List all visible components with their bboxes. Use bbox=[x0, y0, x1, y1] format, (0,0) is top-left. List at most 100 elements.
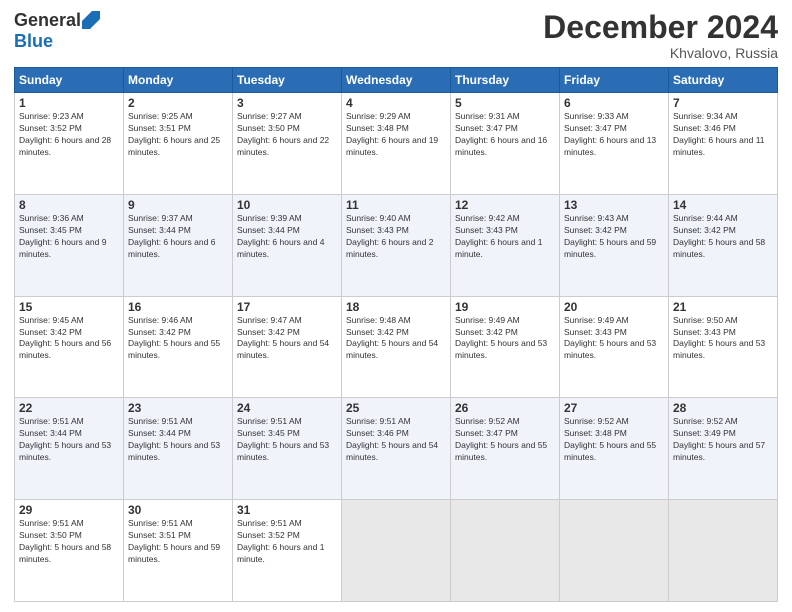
day-info: Sunrise: 9:31 AMSunset: 3:47 PMDaylight:… bbox=[455, 111, 555, 159]
table-row: 19Sunrise: 9:49 AMSunset: 3:42 PMDayligh… bbox=[451, 296, 560, 398]
table-row: 2Sunrise: 9:25 AMSunset: 3:51 PMDaylight… bbox=[124, 93, 233, 195]
day-info: Sunrise: 9:49 AMSunset: 3:42 PMDaylight:… bbox=[455, 315, 555, 363]
day-info: Sunrise: 9:46 AMSunset: 3:42 PMDaylight:… bbox=[128, 315, 228, 363]
table-row bbox=[342, 500, 451, 602]
day-number: 24 bbox=[237, 401, 337, 415]
table-row: 26Sunrise: 9:52 AMSunset: 3:47 PMDayligh… bbox=[451, 398, 560, 500]
day-number: 30 bbox=[128, 503, 228, 517]
calendar-week-row: 22Sunrise: 9:51 AMSunset: 3:44 PMDayligh… bbox=[15, 398, 778, 500]
header: General Blue December 2024 Khvalovo, Rus… bbox=[14, 10, 778, 61]
table-row: 17Sunrise: 9:47 AMSunset: 3:42 PMDayligh… bbox=[233, 296, 342, 398]
header-thursday: Thursday bbox=[451, 68, 560, 93]
table-row: 11Sunrise: 9:40 AMSunset: 3:43 PMDayligh… bbox=[342, 194, 451, 296]
table-row: 13Sunrise: 9:43 AMSunset: 3:42 PMDayligh… bbox=[560, 194, 669, 296]
day-info: Sunrise: 9:36 AMSunset: 3:45 PMDaylight:… bbox=[19, 213, 119, 261]
calendar-week-row: 1Sunrise: 9:23 AMSunset: 3:52 PMDaylight… bbox=[15, 93, 778, 195]
day-number: 10 bbox=[237, 198, 337, 212]
day-info: Sunrise: 9:44 AMSunset: 3:42 PMDaylight:… bbox=[673, 213, 773, 261]
day-number: 14 bbox=[673, 198, 773, 212]
table-row: 24Sunrise: 9:51 AMSunset: 3:45 PMDayligh… bbox=[233, 398, 342, 500]
day-info: Sunrise: 9:34 AMSunset: 3:46 PMDaylight:… bbox=[673, 111, 773, 159]
title-block: December 2024 Khvalovo, Russia bbox=[543, 10, 778, 61]
header-monday: Monday bbox=[124, 68, 233, 93]
day-number: 18 bbox=[346, 300, 446, 314]
day-info: Sunrise: 9:33 AMSunset: 3:47 PMDaylight:… bbox=[564, 111, 664, 159]
day-number: 21 bbox=[673, 300, 773, 314]
day-info: Sunrise: 9:45 AMSunset: 3:42 PMDaylight:… bbox=[19, 315, 119, 363]
day-number: 2 bbox=[128, 96, 228, 110]
calendar-table: Sunday Monday Tuesday Wednesday Thursday… bbox=[14, 67, 778, 602]
day-number: 7 bbox=[673, 96, 773, 110]
table-row: 7Sunrise: 9:34 AMSunset: 3:46 PMDaylight… bbox=[669, 93, 778, 195]
table-row: 31Sunrise: 9:51 AMSunset: 3:52 PMDayligh… bbox=[233, 500, 342, 602]
day-number: 26 bbox=[455, 401, 555, 415]
day-number: 5 bbox=[455, 96, 555, 110]
location: Khvalovo, Russia bbox=[543, 45, 778, 61]
day-number: 22 bbox=[19, 401, 119, 415]
table-row bbox=[669, 500, 778, 602]
day-info: Sunrise: 9:49 AMSunset: 3:43 PMDaylight:… bbox=[564, 315, 664, 363]
header-saturday: Saturday bbox=[669, 68, 778, 93]
table-row: 5Sunrise: 9:31 AMSunset: 3:47 PMDaylight… bbox=[451, 93, 560, 195]
table-row: 1Sunrise: 9:23 AMSunset: 3:52 PMDaylight… bbox=[15, 93, 124, 195]
header-sunday: Sunday bbox=[15, 68, 124, 93]
day-info: Sunrise: 9:51 AMSunset: 3:44 PMDaylight:… bbox=[128, 416, 228, 464]
table-row: 22Sunrise: 9:51 AMSunset: 3:44 PMDayligh… bbox=[15, 398, 124, 500]
day-number: 25 bbox=[346, 401, 446, 415]
table-row: 14Sunrise: 9:44 AMSunset: 3:42 PMDayligh… bbox=[669, 194, 778, 296]
day-info: Sunrise: 9:48 AMSunset: 3:42 PMDaylight:… bbox=[346, 315, 446, 363]
table-row: 9Sunrise: 9:37 AMSunset: 3:44 PMDaylight… bbox=[124, 194, 233, 296]
month-title: December 2024 bbox=[543, 10, 778, 45]
day-number: 8 bbox=[19, 198, 119, 212]
day-number: 13 bbox=[564, 198, 664, 212]
table-row bbox=[560, 500, 669, 602]
day-info: Sunrise: 9:52 AMSunset: 3:48 PMDaylight:… bbox=[564, 416, 664, 464]
day-info: Sunrise: 9:39 AMSunset: 3:44 PMDaylight:… bbox=[237, 213, 337, 261]
logo: General Blue bbox=[14, 10, 100, 52]
table-row: 12Sunrise: 9:42 AMSunset: 3:43 PMDayligh… bbox=[451, 194, 560, 296]
day-info: Sunrise: 9:51 AMSunset: 3:51 PMDaylight:… bbox=[128, 518, 228, 566]
table-row: 18Sunrise: 9:48 AMSunset: 3:42 PMDayligh… bbox=[342, 296, 451, 398]
table-row bbox=[451, 500, 560, 602]
calendar-week-row: 15Sunrise: 9:45 AMSunset: 3:42 PMDayligh… bbox=[15, 296, 778, 398]
day-number: 28 bbox=[673, 401, 773, 415]
day-number: 4 bbox=[346, 96, 446, 110]
day-info: Sunrise: 9:51 AMSunset: 3:46 PMDaylight:… bbox=[346, 416, 446, 464]
day-info: Sunrise: 9:51 AMSunset: 3:44 PMDaylight:… bbox=[19, 416, 119, 464]
table-row: 8Sunrise: 9:36 AMSunset: 3:45 PMDaylight… bbox=[15, 194, 124, 296]
header-tuesday: Tuesday bbox=[233, 68, 342, 93]
day-number: 20 bbox=[564, 300, 664, 314]
day-info: Sunrise: 9:50 AMSunset: 3:43 PMDaylight:… bbox=[673, 315, 773, 363]
calendar-week-row: 8Sunrise: 9:36 AMSunset: 3:45 PMDaylight… bbox=[15, 194, 778, 296]
day-number: 15 bbox=[19, 300, 119, 314]
logo-blue: Blue bbox=[14, 31, 53, 51]
header-wednesday: Wednesday bbox=[342, 68, 451, 93]
day-number: 19 bbox=[455, 300, 555, 314]
day-info: Sunrise: 9:27 AMSunset: 3:50 PMDaylight:… bbox=[237, 111, 337, 159]
day-number: 29 bbox=[19, 503, 119, 517]
day-info: Sunrise: 9:51 AMSunset: 3:45 PMDaylight:… bbox=[237, 416, 337, 464]
day-info: Sunrise: 9:52 AMSunset: 3:47 PMDaylight:… bbox=[455, 416, 555, 464]
table-row: 23Sunrise: 9:51 AMSunset: 3:44 PMDayligh… bbox=[124, 398, 233, 500]
day-number: 1 bbox=[19, 96, 119, 110]
day-info: Sunrise: 9:29 AMSunset: 3:48 PMDaylight:… bbox=[346, 111, 446, 159]
table-row: 3Sunrise: 9:27 AMSunset: 3:50 PMDaylight… bbox=[233, 93, 342, 195]
table-row: 29Sunrise: 9:51 AMSunset: 3:50 PMDayligh… bbox=[15, 500, 124, 602]
day-info: Sunrise: 9:42 AMSunset: 3:43 PMDaylight:… bbox=[455, 213, 555, 261]
day-number: 31 bbox=[237, 503, 337, 517]
logo-icon bbox=[82, 11, 100, 29]
day-info: Sunrise: 9:43 AMSunset: 3:42 PMDaylight:… bbox=[564, 213, 664, 261]
day-number: 17 bbox=[237, 300, 337, 314]
day-number: 6 bbox=[564, 96, 664, 110]
table-row: 27Sunrise: 9:52 AMSunset: 3:48 PMDayligh… bbox=[560, 398, 669, 500]
day-info: Sunrise: 9:51 AMSunset: 3:50 PMDaylight:… bbox=[19, 518, 119, 566]
day-number: 16 bbox=[128, 300, 228, 314]
calendar: Sunday Monday Tuesday Wednesday Thursday… bbox=[14, 67, 778, 602]
day-info: Sunrise: 9:51 AMSunset: 3:52 PMDaylight:… bbox=[237, 518, 337, 566]
table-row: 20Sunrise: 9:49 AMSunset: 3:43 PMDayligh… bbox=[560, 296, 669, 398]
day-number: 27 bbox=[564, 401, 664, 415]
table-row: 6Sunrise: 9:33 AMSunset: 3:47 PMDaylight… bbox=[560, 93, 669, 195]
day-info: Sunrise: 9:25 AMSunset: 3:51 PMDaylight:… bbox=[128, 111, 228, 159]
day-info: Sunrise: 9:47 AMSunset: 3:42 PMDaylight:… bbox=[237, 315, 337, 363]
logo-general: General bbox=[14, 10, 81, 31]
